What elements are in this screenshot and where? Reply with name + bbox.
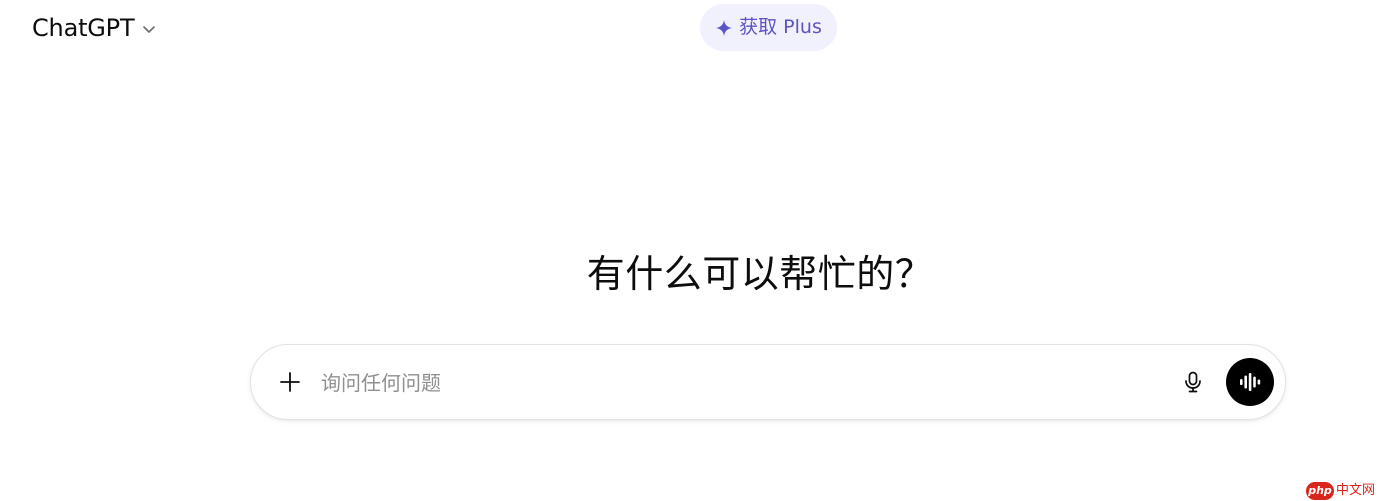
plus-icon bbox=[279, 371, 301, 393]
add-attachment-button[interactable] bbox=[269, 361, 311, 403]
voice-waveform-icon bbox=[1239, 372, 1261, 392]
sparkle-icon bbox=[715, 19, 733, 37]
model-name: ChatGPT bbox=[32, 14, 135, 42]
get-plus-button[interactable]: 获取 Plus bbox=[700, 4, 837, 51]
dictate-button[interactable] bbox=[1173, 362, 1213, 402]
php-logo: php bbox=[1306, 481, 1334, 500]
page-heading: 有什么可以帮忙的？ bbox=[0, 248, 1388, 300]
chevron-down-icon bbox=[140, 20, 158, 38]
heading-text: 有什么可以帮忙的？ bbox=[586, 252, 934, 296]
watermark-site-name: 中文网 bbox=[1336, 483, 1376, 498]
model-selector[interactable]: ChatGPT bbox=[22, 6, 168, 50]
prompt-composer bbox=[250, 344, 1286, 420]
microphone-icon bbox=[1183, 371, 1203, 393]
voice-mode-button[interactable] bbox=[1226, 358, 1274, 406]
prompt-input[interactable] bbox=[321, 363, 1161, 403]
site-watermark: php 中文网 bbox=[1306, 480, 1388, 501]
get-plus-label: 获取 Plus bbox=[739, 16, 822, 38]
chat-page: ChatGPT 获取 Plus 有什么可以帮忙的？ 询问任何问题 php 中文网 bbox=[0, 0, 1388, 501]
